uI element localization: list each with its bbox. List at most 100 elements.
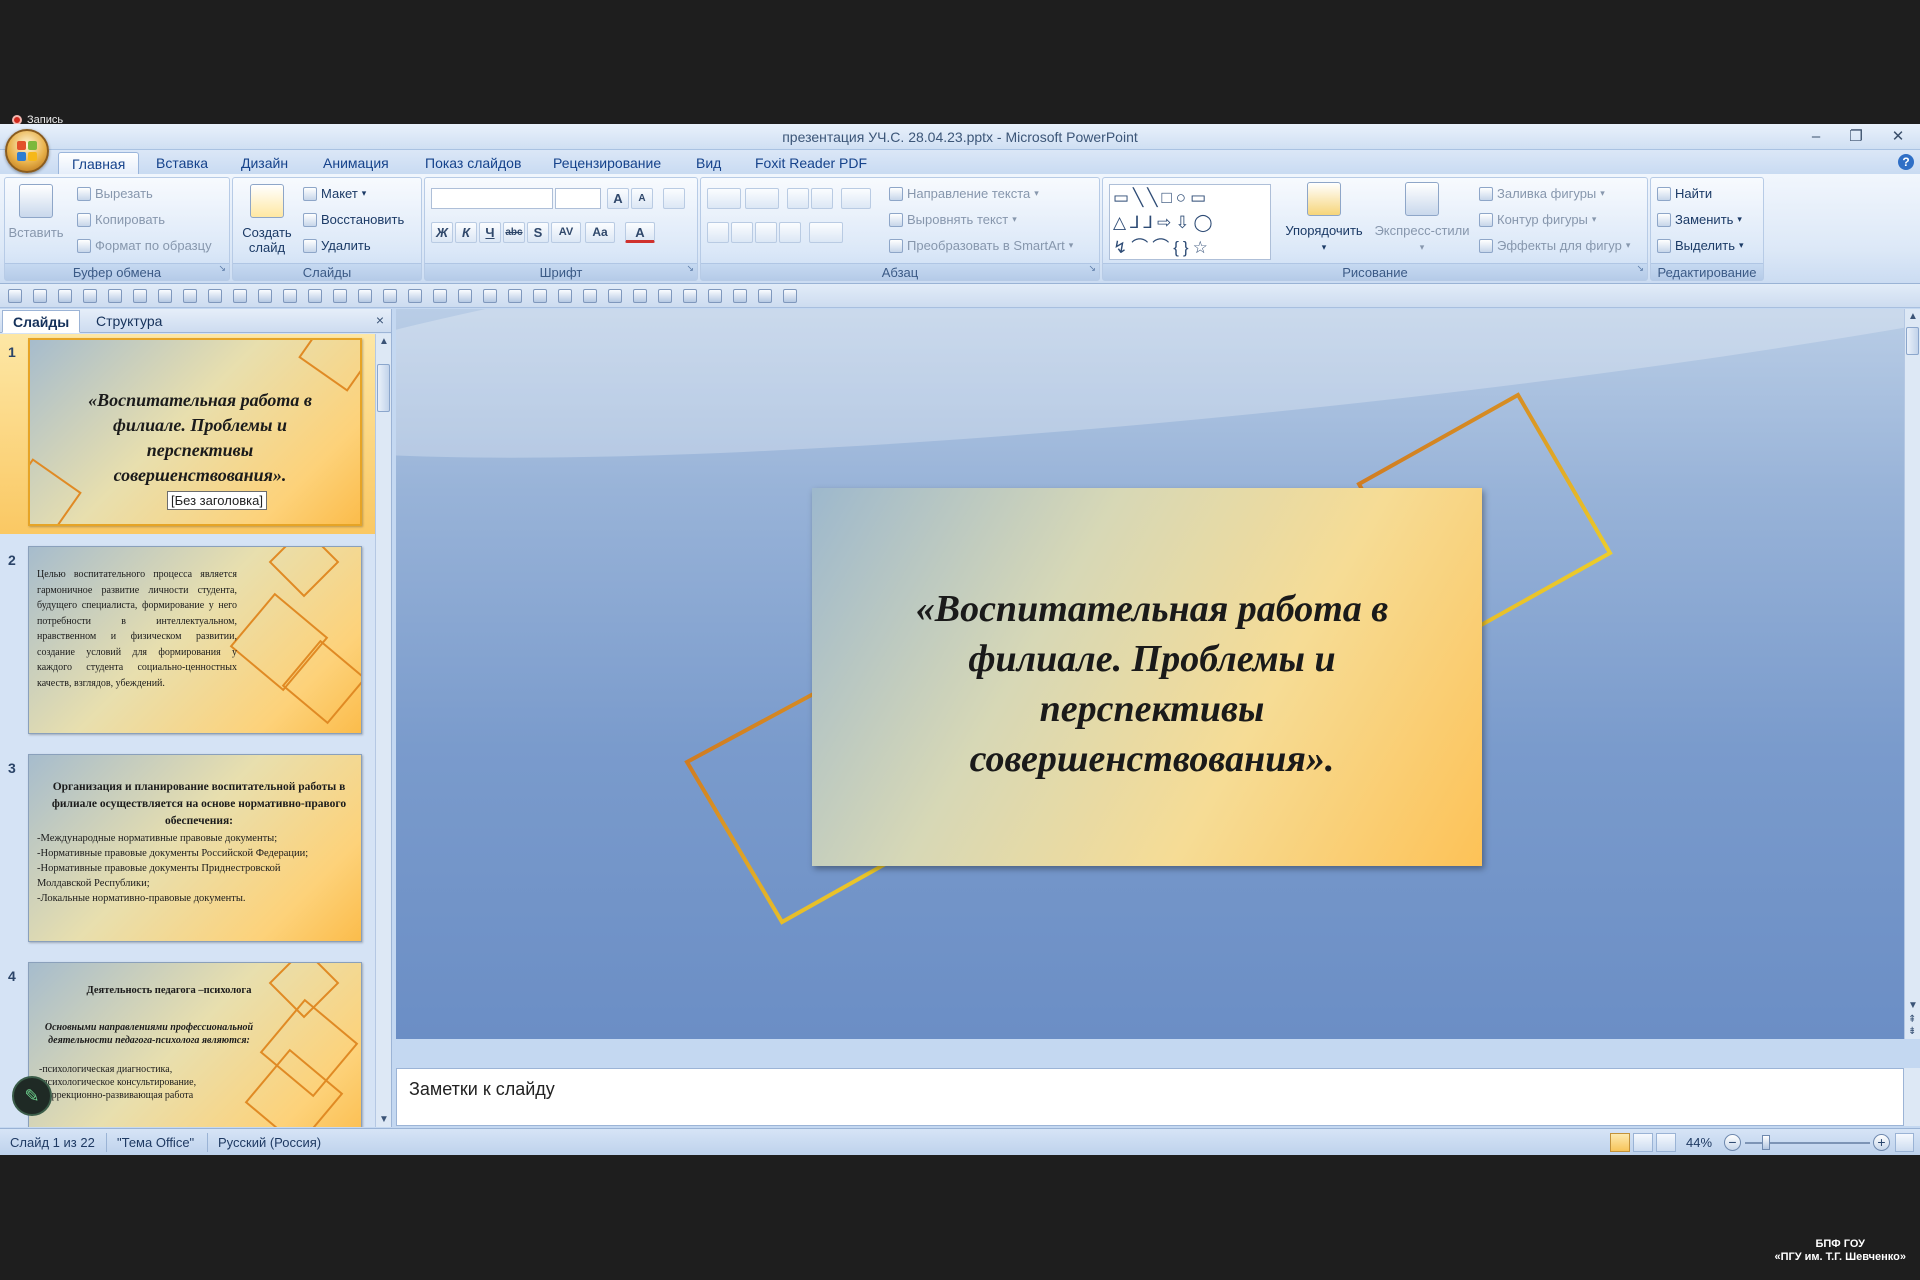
help-icon[interactable]: ? [1898, 154, 1914, 170]
qat-redo-icon[interactable] [58, 289, 72, 303]
font-name-combo[interactable] [431, 188, 553, 209]
delete-slide-button[interactable]: Удалить [303, 238, 371, 253]
copy-button[interactable]: Копировать [77, 212, 165, 227]
thumbnail-2[interactable]: 2 Целью воспитательного процесса являетс… [0, 542, 376, 742]
line-spacing-icon[interactable] [841, 188, 871, 209]
zoom-level[interactable]: 44% [1686, 1135, 1712, 1150]
current-slide[interactable]: «Воспитательная работа в филиале. Пробле… [812, 488, 1482, 866]
normal-view-icon[interactable] [1610, 1133, 1630, 1152]
layout-button[interactable]: Макет ▾ [303, 186, 366, 201]
italic-button[interactable]: К [455, 222, 477, 243]
qat-preview-icon[interactable] [108, 289, 122, 303]
qat-guides-icon[interactable] [608, 289, 622, 303]
editor-scrollbar[interactable]: ▲ ▼ ⇞ ⇟ [1904, 309, 1920, 1039]
qat-macro-icon[interactable] [758, 289, 772, 303]
shape-fill-button[interactable]: Заливка фигуры ▾ [1479, 186, 1605, 201]
zoom-in-button[interactable]: + [1873, 1134, 1890, 1151]
smartart-button[interactable]: Преобразовать в SmartArt ▾ [889, 238, 1073, 253]
slide-title[interactable]: «Воспитательная работа в филиале. Пробле… [882, 584, 1422, 784]
close-button[interactable]: ✕ [1882, 126, 1914, 148]
qat-grid-icon[interactable] [583, 289, 597, 303]
restore-button[interactable]: ❐ [1840, 126, 1872, 148]
char-spacing-button[interactable]: AV [551, 222, 581, 243]
find-button[interactable]: Найти [1657, 186, 1712, 201]
qat-picture-icon[interactable] [308, 289, 322, 303]
notes-scrollbar[interactable] [1904, 1068, 1920, 1126]
qat-symbol-icon[interactable] [408, 289, 422, 303]
minimize-button[interactable]: – [1800, 126, 1832, 148]
strikethrough-button[interactable]: abc [503, 222, 525, 243]
scroll-thumb[interactable] [377, 364, 390, 412]
decrease-indent-icon[interactable] [787, 188, 809, 209]
slide-editor[interactable]: «Воспитательная работа в филиале. Пробле… [396, 309, 1904, 1039]
font-color-button[interactable]: A [625, 222, 655, 243]
thumbnail-4[interactable]: 4 Деятельность педагога –психолога Основ… [0, 958, 376, 1127]
shadow-button[interactable]: S [527, 222, 549, 243]
numbering-icon[interactable] [745, 188, 779, 209]
qat-rotate-icon[interactable] [683, 289, 697, 303]
columns-icon[interactable] [809, 222, 843, 243]
replace-button[interactable]: Заменить ▾ [1657, 212, 1742, 227]
slideshow-icon[interactable] [1656, 1133, 1676, 1152]
qat-new-icon[interactable] [158, 289, 172, 303]
select-button[interactable]: Выделить ▾ [1657, 238, 1744, 253]
qat-comment-icon[interactable] [508, 289, 522, 303]
slide-sorter-icon[interactable] [1633, 1133, 1653, 1152]
language[interactable]: Русский (Россия) [218, 1135, 321, 1150]
quick-styles-button[interactable]: Экспресс-стили ▾ [1371, 182, 1473, 253]
change-case-button[interactable]: Aa [585, 222, 615, 243]
qat-wordart-icon[interactable] [383, 289, 397, 303]
office-button[interactable] [5, 129, 49, 173]
underline-button[interactable]: Ч [479, 222, 501, 243]
thumbnail-scrollbar[interactable]: ▲ ▼ [375, 334, 391, 1127]
panel-close-icon[interactable]: × [376, 312, 384, 328]
qat-hyperlink-icon[interactable] [483, 289, 497, 303]
bullets-icon[interactable] [707, 188, 741, 209]
qat-copy-icon[interactable] [208, 289, 222, 303]
paste-button[interactable]: Вставить [8, 184, 64, 240]
zoom-out-button[interactable]: − [1724, 1134, 1741, 1151]
increase-indent-icon[interactable] [811, 188, 833, 209]
qat-find-icon[interactable] [533, 289, 547, 303]
align-left-icon[interactable] [707, 222, 729, 243]
scroll-thumb[interactable] [1906, 327, 1919, 355]
new-slide-button[interactable]: Создать слайд [239, 184, 295, 255]
qat-align-icon[interactable] [708, 289, 722, 303]
notes-placeholder[interactable]: Заметки к слайду [409, 1079, 555, 1100]
qat-chart-icon[interactable] [283, 289, 297, 303]
shapes-gallery[interactable]: ▭╲╲□○▭ △⅃⅃⇨⇩◯ ↯⌒⌒{}☆ [1109, 184, 1271, 260]
qat-video-icon[interactable] [433, 289, 447, 303]
tab-view[interactable]: Вид [683, 152, 734, 174]
qat-sound-icon[interactable] [458, 289, 472, 303]
tab-animation[interactable]: Анимация [310, 152, 402, 174]
tab-insert[interactable]: Вставка [143, 152, 221, 174]
qat-undo-icon[interactable] [33, 289, 47, 303]
theme-name[interactable]: "Тема Office" [117, 1135, 194, 1150]
tab-design[interactable]: Дизайн [228, 152, 301, 174]
qat-table-icon[interactable] [258, 289, 272, 303]
align-text-button[interactable]: Выровнять текст ▾ [889, 212, 1017, 227]
shape-outline-button[interactable]: Контур фигуры ▾ [1479, 212, 1596, 227]
clear-format-icon[interactable] [663, 188, 685, 209]
bold-button[interactable]: Ж [431, 222, 453, 243]
justify-icon[interactable] [779, 222, 801, 243]
zoom-slider-knob[interactable] [1762, 1135, 1770, 1150]
qat-paste-icon[interactable] [233, 289, 247, 303]
font-size-combo[interactable] [555, 188, 601, 209]
tab-slides[interactable]: Слайды [2, 310, 81, 333]
qat-open-icon[interactable] [183, 289, 197, 303]
text-direction-button[interactable]: Направление текста ▾ [889, 186, 1039, 201]
fit-to-window-icon[interactable] [1895, 1133, 1914, 1152]
tab-slideshow[interactable]: Показ слайдов [412, 152, 534, 174]
thumbnail-3[interactable]: 3 Организация и планирование воспитатель… [0, 750, 376, 950]
shrink-font-button[interactable]: A [631, 188, 653, 209]
qat-save-icon[interactable] [8, 289, 22, 303]
arrange-button[interactable]: Упорядочить ▾ [1279, 182, 1369, 253]
qat-group-icon[interactable] [658, 289, 672, 303]
qat-textbox-icon[interactable] [358, 289, 372, 303]
align-center-icon[interactable] [731, 222, 753, 243]
cut-button[interactable]: Вырезать [77, 186, 153, 201]
tab-home[interactable]: Главная [58, 152, 140, 174]
qat-color-icon[interactable] [733, 289, 747, 303]
qat-shapes-icon[interactable] [333, 289, 347, 303]
